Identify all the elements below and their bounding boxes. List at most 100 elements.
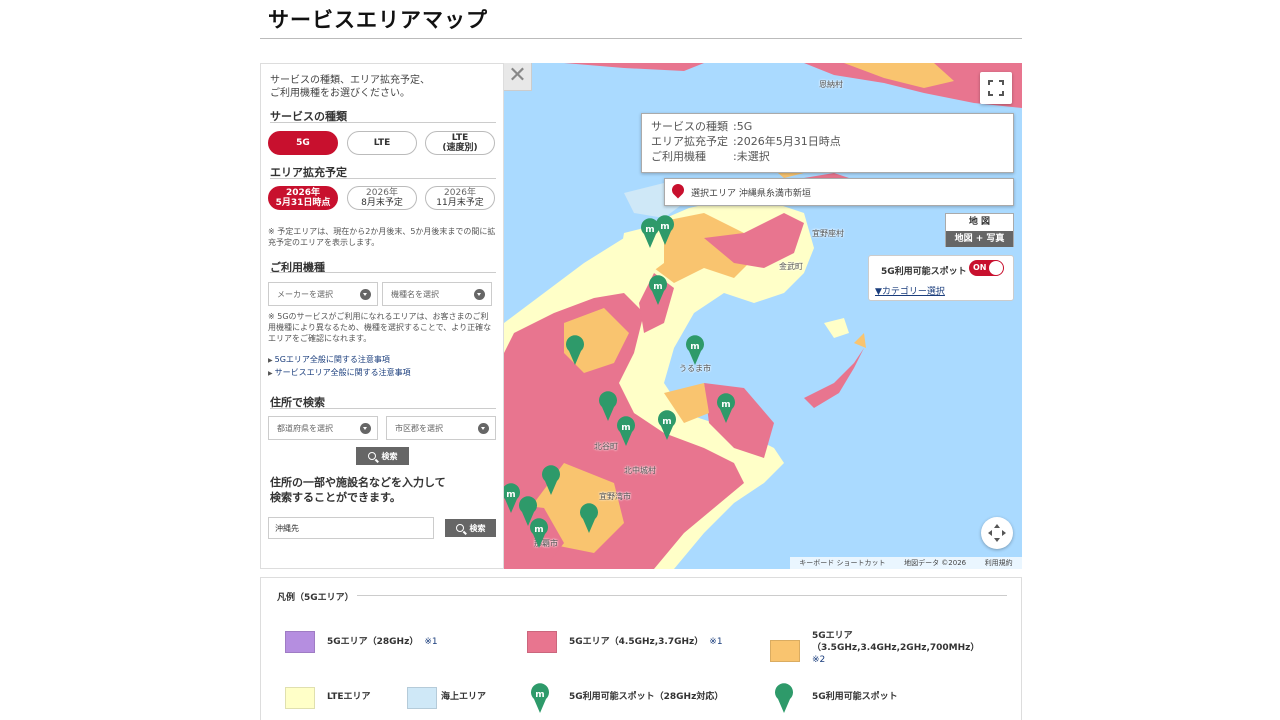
address-search-button[interactable]: 検索 xyxy=(356,447,409,465)
maker-select[interactable]: メーカーを選択 xyxy=(268,282,378,306)
spot-28ghz-marker[interactable]: m xyxy=(615,416,637,446)
spot-28ghz-marker[interactable]: m xyxy=(684,335,706,365)
expansion-aug-button[interactable]: 2026年 8月末予定 xyxy=(347,186,417,210)
spot-28ghz-marker[interactable]: m xyxy=(715,393,737,423)
toggle-knob xyxy=(989,261,1003,275)
select-placeholder: 都道府県を選択 xyxy=(277,423,333,433)
spot-marker[interactable] xyxy=(540,465,562,495)
spot-28ghz-marker[interactable]: m xyxy=(656,410,678,440)
chevron-down-icon xyxy=(474,289,485,300)
prefecture-select[interactable]: 都道府県を選択 xyxy=(268,416,378,440)
link-area-notes[interactable]: ▶ サービスエリア全般に関する注意事項 xyxy=(268,367,411,378)
service-5g-button[interactable]: 5G xyxy=(268,131,338,155)
spot-28ghz-marker[interactable]: m xyxy=(654,215,676,245)
chevron-down-icon xyxy=(360,289,371,300)
spot-toggle-label: 5G利用可能スポット xyxy=(881,267,967,277)
button-label: 11月末予定 xyxy=(436,198,484,208)
legend-swatch-sea xyxy=(407,687,437,709)
spot-marker[interactable] xyxy=(564,335,586,365)
info-value: :5G xyxy=(733,120,753,133)
selected-area-box: 選択エリア 沖縄県糸満市新垣 xyxy=(664,178,1014,206)
heading-line: 住所の一部や施設名などを入力して xyxy=(270,476,446,489)
info-key: サービスの種類 xyxy=(651,120,728,133)
select-placeholder: メーカーを選択 xyxy=(277,289,333,299)
info-row: サービスの種類 :5G xyxy=(651,119,1004,134)
legend-spot-icon xyxy=(775,683,793,713)
location-pin-icon xyxy=(669,181,687,199)
legend-title: 凡例（5Gエリア） xyxy=(277,593,354,603)
link-5g-notes[interactable]: ▶ 5Gエリア全般に関する注意事項 xyxy=(268,354,390,365)
pan-control-button[interactable] xyxy=(981,517,1013,549)
button-label: 検索 xyxy=(381,451,398,461)
button-label: 8月末予定 xyxy=(361,198,403,208)
button-label: 2026年 xyxy=(444,188,476,198)
button-label: (速度別) xyxy=(442,143,478,153)
move-arrows-icon xyxy=(988,524,1006,542)
service-lte-button[interactable]: LTE xyxy=(347,131,417,155)
panel-intro: サービスの種類、エリア拡充予定、 ご利用機種をお選びください。 xyxy=(270,74,430,100)
info-row: ご利用機種:未選択 xyxy=(651,149,1004,164)
link-label: 5Gエリア全般に関する注意事項 xyxy=(274,355,390,364)
chevron-down-icon xyxy=(478,423,489,434)
heading-line: 検索することができます。 xyxy=(270,491,401,504)
map-data-credit: 地図データ ©2026 xyxy=(904,559,967,567)
free-search-input[interactable]: 沖縄先 xyxy=(268,517,434,539)
info-value: :2026年5月31日時点 xyxy=(733,135,841,148)
keyboard-shortcuts-link[interactable]: キーボード ショートカット xyxy=(799,558,885,568)
expansion-nov-button[interactable]: 2026年 11月末予定 xyxy=(425,186,495,210)
terms-link[interactable]: 利用規約 xyxy=(985,558,1013,568)
legend-label: 海上エリア xyxy=(441,692,487,702)
svg-text:m: m xyxy=(660,222,669,232)
page-title: サービスエリアマップ xyxy=(268,8,488,32)
place-label: 金武町 xyxy=(779,262,803,271)
legend-swatch-28ghz xyxy=(285,631,315,653)
button-label: 検索 xyxy=(469,523,486,533)
spot-toggle[interactable]: ON xyxy=(969,260,1004,276)
legend-label: 5Gエリア（4.5GHz,3.7GHz） ※1 xyxy=(569,636,723,648)
legend-text: 5Gエリア xyxy=(812,631,853,641)
link-label: サービスエリア全般に関する注意事項 xyxy=(274,368,411,377)
category-select-link[interactable]: ▼カテゴリー選択 xyxy=(875,284,945,297)
place-label: 恩納村 xyxy=(819,80,843,89)
spot-28ghz-marker[interactable]: m xyxy=(647,275,669,305)
legend-swatch-3-5ghz xyxy=(770,640,800,662)
legend-label: LTEエリア xyxy=(327,692,371,702)
divider xyxy=(270,272,496,273)
info-key: エリア拡充予定 xyxy=(651,135,728,148)
expansion-current-button[interactable]: 2026年 5月31日時点 xyxy=(268,186,338,210)
spot-filter-box: 5G利用可能スポット ON ▼カテゴリー選択 xyxy=(868,255,1014,301)
place-label: 北中城村 xyxy=(624,466,656,475)
model-select[interactable]: 機種名を選択 xyxy=(382,282,492,306)
svg-text:m: m xyxy=(534,525,543,535)
button-label: LTE xyxy=(451,133,469,143)
divider xyxy=(270,122,496,123)
map-attribution: キーボード ショートカット 地図データ ©2026 利用規約 xyxy=(790,557,1022,569)
legend-note: ※2 xyxy=(812,655,826,665)
svg-text:m: m xyxy=(721,400,730,410)
legend-label: 5G利用可能スポット（28GHz対応） xyxy=(569,692,724,702)
service-lte-speed-button[interactable]: LTE (速度別) xyxy=(425,131,495,155)
map-legend: 凡例（5Gエリア） 5Gエリア（28GHz） ※1 5Gエリア（4.5GHz,3.… xyxy=(260,577,1022,720)
spot-28ghz-marker[interactable]: m xyxy=(528,518,550,548)
spot-marker[interactable] xyxy=(578,503,600,533)
legend-label: 5Gエリア （3.5GHz,3.4GHz,2GHz,700MHz） ※2 xyxy=(812,630,979,666)
place-label: 宜野湾市 xyxy=(599,492,631,501)
free-search-button[interactable]: 検索 xyxy=(445,519,496,537)
triangle-right-icon: ▶ xyxy=(268,357,273,364)
fullscreen-button[interactable] xyxy=(980,72,1012,104)
map-type-map-button[interactable]: 地 図 xyxy=(946,214,1013,231)
toggle-state: ON xyxy=(973,263,987,272)
select-placeholder: 市区郡を選択 xyxy=(395,423,443,433)
close-panel-button[interactable]: ✕ xyxy=(504,63,532,91)
map-type-satellite-button[interactable]: 地図 + 写真 xyxy=(946,231,1013,247)
selected-area-label: 選択エリア 沖縄県糸満市新垣 xyxy=(691,188,811,199)
legend-note: ※1 xyxy=(424,637,438,647)
button-label: 2026年 xyxy=(285,188,321,198)
city-select[interactable]: 市区郡を選択 xyxy=(386,416,496,440)
info-row: エリア拡充予定 :2026年5月31日時点 xyxy=(651,134,1004,149)
search-panel: サービスの種類、エリア拡充予定、 ご利用機種をお選びください。 サービスの種類 … xyxy=(260,63,504,569)
divider xyxy=(357,595,1007,596)
intro-line: サービスの種類、エリア拡充予定、 xyxy=(270,75,430,86)
map-type-switcher: 地 図 地図 + 写真 xyxy=(945,213,1014,247)
button-label: 5月31日時点 xyxy=(275,198,331,208)
